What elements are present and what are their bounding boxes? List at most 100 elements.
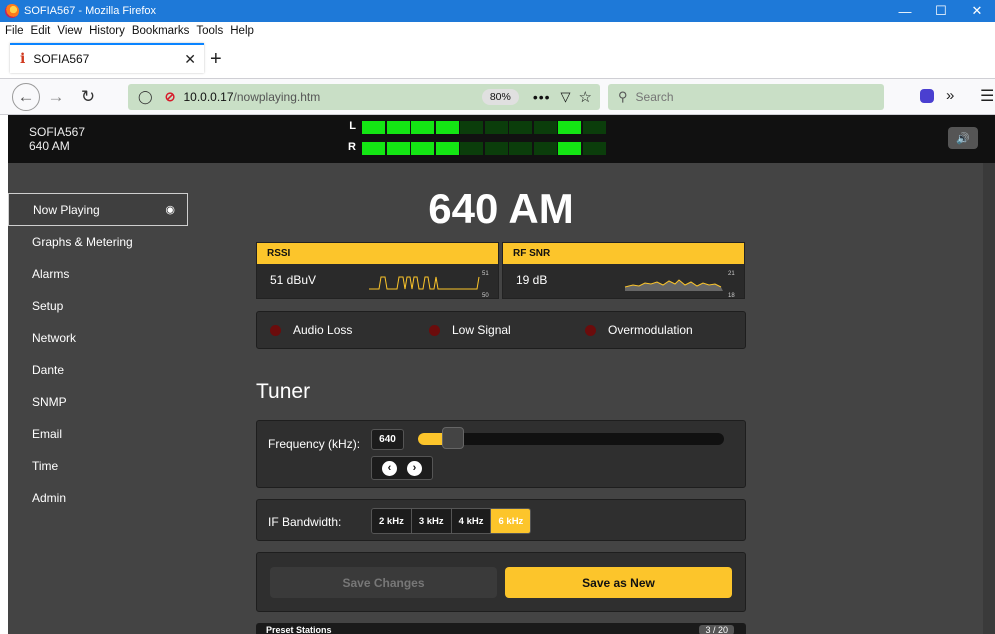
save-as-new-button[interactable]: Save as New bbox=[505, 567, 732, 598]
rssi-label: RSSI bbox=[257, 243, 498, 264]
navigation-toolbar: ← → ↻ ◯ ⊘ 10.0.0.17/nowplaying.htm 80% •… bbox=[0, 79, 995, 115]
snr-max: 21 bbox=[728, 271, 735, 277]
vu-right-segment bbox=[411, 142, 434, 155]
alarm-led-icon bbox=[585, 324, 596, 336]
bandwidth-6khz-button[interactable]: 6 kHz bbox=[491, 509, 531, 533]
search-icon: ⚲ bbox=[618, 89, 628, 104]
search-bar[interactable]: ⚲ bbox=[608, 84, 884, 110]
sidebar-item-now-playing[interactable]: Now Playing ◉ bbox=[8, 193, 188, 226]
frequency-stepper: ‹ › bbox=[371, 456, 433, 480]
insecure-lock-icon[interactable]: ⊘ bbox=[165, 89, 176, 105]
menu-edit[interactable]: Edit bbox=[31, 25, 51, 37]
sidebar-item-network[interactable]: Network bbox=[8, 322, 188, 354]
vu-left-segment bbox=[435, 121, 459, 134]
close-window-button[interactable]: ✕ bbox=[959, 0, 995, 22]
sidebar-item-admin[interactable]: Admin bbox=[8, 482, 188, 514]
reload-button[interactable]: ↻ bbox=[76, 85, 100, 109]
vu-left-segment bbox=[558, 121, 581, 134]
preset-count-badge: 3 / 20 bbox=[699, 625, 734, 634]
vu-right-segment bbox=[386, 142, 410, 155]
rssi-value: 51 dBuV bbox=[270, 273, 317, 287]
window-title: SOFIA567 - Mozilla Firefox bbox=[24, 5, 157, 17]
snr-meter: RF SNR 19 dB 21 18 bbox=[502, 242, 745, 299]
alarm-indicators: Audio Loss Low Signal Overmodulation bbox=[256, 311, 746, 349]
chevron-left-icon[interactable]: ‹ bbox=[382, 460, 397, 476]
speaker-button[interactable]: 🔊 bbox=[948, 127, 978, 149]
vu-right-segment bbox=[509, 142, 532, 155]
zoom-level-badge[interactable]: 80% bbox=[481, 89, 519, 105]
tab-close-icon[interactable]: ✕ bbox=[184, 51, 196, 68]
page-title: 640 AM bbox=[428, 185, 574, 232]
if-bandwidth-label: IF Bandwidth: bbox=[268, 515, 342, 529]
sidebar-nav: Now Playing ◉ Graphs & Metering Alarms S… bbox=[8, 193, 188, 514]
rssi-meter: RSSI 51 dBuV 51 50 bbox=[256, 242, 499, 299]
vu-right-segment bbox=[460, 142, 483, 155]
bandwidth-2khz-button[interactable]: 2 kHz bbox=[372, 509, 412, 533]
station-name: SOFIA567 bbox=[29, 125, 86, 139]
menu-history[interactable]: History bbox=[89, 25, 125, 37]
preset-title: Preset Stations bbox=[266, 625, 332, 634]
snr-label: RF SNR bbox=[503, 243, 744, 264]
hamburger-menu-icon[interactable]: ☰ bbox=[980, 86, 994, 106]
sidebar-item-email[interactable]: Email bbox=[8, 418, 188, 450]
menu-view[interactable]: View bbox=[57, 25, 82, 37]
page-actions-icon[interactable]: ••• bbox=[533, 89, 551, 105]
forward-button[interactable]: → bbox=[44, 85, 68, 109]
vu-left-label: L bbox=[349, 120, 356, 132]
maximize-button[interactable]: ☐ bbox=[923, 0, 959, 22]
tab-title: SOFIA567 bbox=[33, 52, 90, 66]
vu-right-label: R bbox=[348, 141, 356, 153]
vu-right-segment bbox=[558, 142, 581, 155]
frequency-slider-thumb[interactable] bbox=[442, 427, 465, 449]
search-input[interactable] bbox=[635, 90, 836, 104]
frequency-panel: Frequency (kHz): 640 ‹ › bbox=[256, 420, 746, 488]
pocket-icon[interactable]: ▽ bbox=[561, 89, 571, 105]
minimize-button[interactable]: — bbox=[887, 0, 923, 22]
rssi-max: 51 bbox=[482, 271, 489, 277]
chevron-right-icon[interactable]: › bbox=[407, 460, 422, 476]
snr-value: 19 dB bbox=[516, 273, 548, 287]
menu-file[interactable]: File bbox=[5, 25, 24, 37]
page-scrollbar[interactable] bbox=[983, 163, 995, 634]
frequency-input[interactable]: 640 bbox=[371, 429, 404, 450]
sidebar-item-alarms[interactable]: Alarms bbox=[8, 258, 188, 290]
sidebar-item-dante[interactable]: Dante bbox=[8, 354, 188, 386]
tuner-section-title: Tuner bbox=[256, 380, 311, 403]
bandwidth-3khz-button[interactable]: 3 kHz bbox=[411, 509, 452, 533]
web-page: SOFIA567 640 AM L R 🔊 Now Playing ◉ Grap… bbox=[0, 115, 995, 634]
menu-help[interactable]: Help bbox=[230, 25, 254, 37]
url-text[interactable]: 10.0.0.17/nowplaying.htm bbox=[183, 90, 320, 104]
bandwidth-4khz-button[interactable]: 4 kHz bbox=[451, 509, 492, 533]
url-bar[interactable]: ◯ ⊘ 10.0.0.17/nowplaying.htm 80% ••• ▽ ☆ bbox=[128, 84, 600, 110]
vu-right-segment bbox=[435, 142, 459, 155]
save-changes-button[interactable]: Save Changes bbox=[270, 567, 497, 598]
window-titlebar: SOFIA567 - Mozilla Firefox — ☐ ✕ bbox=[0, 0, 995, 22]
snr-sparkline: 21 18 bbox=[624, 271, 735, 299]
sidebar-item-snmp[interactable]: SNMP bbox=[8, 386, 188, 418]
vu-left-segment bbox=[509, 121, 532, 134]
browser-tab[interactable]: i SOFIA567 ✕ bbox=[10, 43, 204, 73]
new-tab-button[interactable]: + bbox=[210, 48, 222, 71]
vu-left-segment bbox=[386, 121, 410, 134]
alarm-led-icon bbox=[429, 324, 440, 336]
menu-bookmarks[interactable]: Bookmarks bbox=[132, 25, 190, 37]
menu-tools[interactable]: Tools bbox=[196, 25, 223, 37]
sidebar-item-time[interactable]: Time bbox=[8, 450, 188, 482]
sidebar-item-setup[interactable]: Setup bbox=[8, 290, 188, 322]
vu-left-segment bbox=[411, 121, 434, 134]
vu-left-segment bbox=[484, 121, 508, 134]
back-button[interactable]: ← bbox=[12, 83, 40, 111]
snr-min: 18 bbox=[728, 293, 735, 299]
preset-stations-header: Preset Stations 3 / 20 bbox=[256, 623, 746, 634]
alarm-overmodulation: Overmodulation bbox=[585, 323, 693, 337]
alarm-led-icon bbox=[270, 324, 281, 336]
tracking-shield-icon[interactable]: ◯ bbox=[138, 89, 153, 105]
toolbar-overflow-icon[interactable]: » bbox=[946, 87, 954, 104]
alarm-audio-loss: Audio Loss bbox=[270, 323, 352, 337]
site-favicon-icon: i bbox=[20, 51, 26, 67]
vu-left-segment bbox=[362, 121, 385, 134]
bandwidth-panel: IF Bandwidth: 2 kHz 3 kHz 4 kHz 6 kHz bbox=[256, 499, 746, 541]
extension-icon[interactable] bbox=[920, 89, 934, 103]
bookmark-star-icon[interactable]: ☆ bbox=[579, 88, 592, 106]
sidebar-item-graphs-metering[interactable]: Graphs & Metering bbox=[8, 226, 188, 258]
